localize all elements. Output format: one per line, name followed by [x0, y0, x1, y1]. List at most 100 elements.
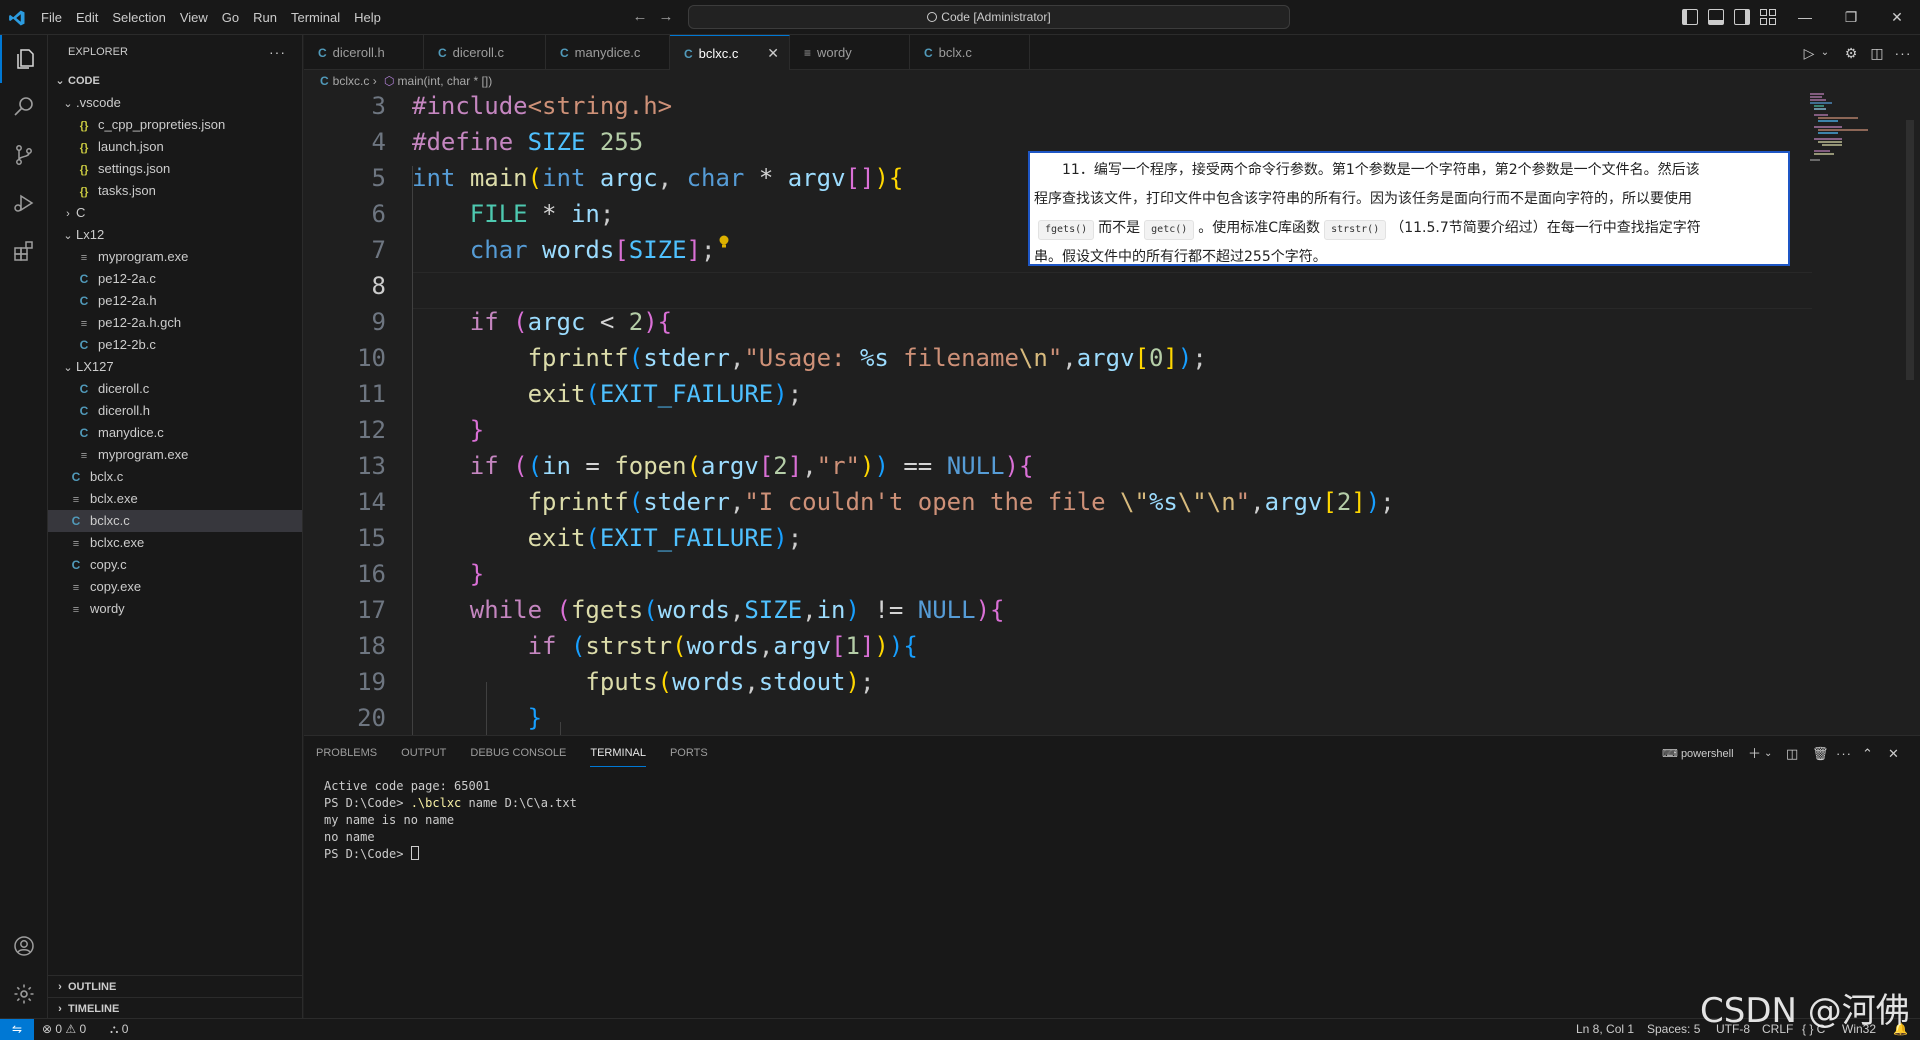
terminal-dropdown-chevron-icon[interactable]: ⌄ — [1764, 745, 1772, 763]
ports-status[interactable]: ⛬ 0 — [110, 1019, 128, 1040]
menu-go[interactable]: Go — [215, 0, 246, 35]
toggle-primary-sidebar-icon[interactable] — [1682, 9, 1698, 25]
tree-file[interactable]: ≡ myprogram.exe — [48, 246, 302, 268]
tab-manydice-c[interactable]: Cmanydice.c — [546, 35, 670, 70]
workspace-root[interactable]: ⌄ CODE — [48, 70, 302, 92]
menu-view[interactable]: View — [173, 0, 215, 35]
tab-wordy[interactable]: ≡ wordy — [790, 35, 910, 70]
minimize-button[interactable]: — — [1782, 0, 1828, 35]
more-actions-icon[interactable]: ··· — [1894, 44, 1912, 62]
settings-gear-icon[interactable]: ⚙ — [1842, 44, 1860, 62]
extensions-activity[interactable] — [0, 227, 48, 275]
indent-guide — [560, 722, 561, 735]
source-control-activity[interactable] — [0, 131, 48, 179]
code-line: } — [469, 560, 485, 588]
tree-file[interactable]: {} c_cpp_propreties.json — [48, 114, 302, 136]
editor-scrollbar[interactable] — [1906, 120, 1914, 380]
menu-edit[interactable]: Edit — [69, 0, 105, 35]
code-line: } — [527, 704, 543, 732]
command-center-label: Code [Administrator] — [941, 10, 1051, 24]
toggle-secondary-sidebar-icon[interactable] — [1734, 9, 1750, 25]
tree-file[interactable]: {} settings.json — [48, 158, 302, 180]
panel-tab-ports[interactable]: PORTS — [670, 736, 708, 771]
tree-file[interactable]: ≡ pe12-2a.h.gch — [48, 312, 302, 334]
close-tab-icon[interactable]: ✕ — [767, 36, 779, 71]
status-bar: ⇋ ⊗ 0 ⚠ 0 ⛬ 0 Ln 8, Col 1 Spaces: 5 UTF-… — [0, 1018, 1920, 1040]
tree-file[interactable]: ≡ myprogram.exe — [48, 444, 302, 466]
tab-bclx-c[interactable]: Cbclx.c — [910, 35, 1030, 70]
menu-file[interactable]: File — [34, 0, 69, 35]
split-terminal-icon[interactable]: ◫ — [1786, 745, 1798, 763]
tree-folder[interactable]: ⌄ LX127 — [48, 356, 302, 378]
menu-selection[interactable]: Selection — [105, 0, 172, 35]
accounts-activity[interactable] — [0, 922, 48, 970]
forward-arrow-icon[interactable]: → — [658, 9, 674, 25]
terminal-output[interactable]: Active code page: 65001 PS D:\Code> .\bcl… — [324, 778, 577, 863]
split-editor-icon[interactable]: ◫ — [1868, 44, 1886, 62]
indentation-status[interactable]: Spaces: 5 — [1647, 1019, 1700, 1040]
workspace-root-label: CODE — [68, 75, 100, 87]
run-debug-activity[interactable] — [0, 179, 48, 227]
timeline-section[interactable]: › TIMELINE — [48, 997, 302, 1019]
line-number: 20 — [357, 704, 386, 732]
problems-status[interactable]: ⊗ 0 ⚠ 0 — [42, 1019, 86, 1040]
tree-folder[interactable]: › C — [48, 202, 302, 224]
minimap[interactable] — [1810, 92, 1904, 172]
customize-layout-icon[interactable] — [1760, 9, 1776, 25]
tree-file[interactable]: ≡ wordy — [48, 598, 302, 620]
panel-tab-output[interactable]: OUTPUT — [401, 736, 446, 771]
tab-bclxc-c[interactable]: Cbclxc.c ✕ — [670, 35, 790, 70]
terminal-profile[interactable]: ⌨ powershell — [1662, 745, 1734, 763]
panel-tab-debug-console[interactable]: DEBUG CONSOLE — [470, 736, 566, 771]
panel-tab-problems[interactable]: PROBLEMS — [316, 736, 377, 771]
tree-file[interactable]: {} tasks.json — [48, 180, 302, 202]
tab-label: diceroll.c — [452, 45, 504, 60]
breadcrumb-symbol[interactable]: main(int, char * []) — [398, 74, 493, 88]
menu-run[interactable]: Run — [246, 0, 284, 35]
panel-tab-terminal[interactable]: TERMINAL — [590, 736, 646, 771]
tree-file[interactable]: Cpe12-2b.c — [48, 334, 302, 356]
tree-file[interactable]: ≡ bclxc.exe — [48, 532, 302, 554]
tree-file[interactable]: Cdiceroll.c — [48, 378, 302, 400]
more-actions-icon[interactable]: ··· — [1836, 745, 1852, 763]
more-actions-icon[interactable]: ··· — [269, 35, 286, 70]
generic-file-icon: ≡ — [804, 46, 812, 60]
close-panel-icon[interactable]: ✕ — [1888, 745, 1899, 763]
tree-file[interactable]: Cpe12-2a.h — [48, 290, 302, 312]
tree-file[interactable]: {} launch.json — [48, 136, 302, 158]
chevron-down-icon: ⌄ — [55, 75, 65, 87]
explorer-activity[interactable] — [0, 35, 48, 83]
tree-file[interactable]: Cbclxc.c — [48, 510, 302, 532]
remote-indicator-icon[interactable]: ⇋ — [0, 1019, 34, 1040]
generic-file-icon: ≡ — [80, 252, 88, 264]
tree-file[interactable]: Cmanydice.c — [48, 422, 302, 444]
manage-activity[interactable] — [0, 970, 48, 1018]
cursor-position-status[interactable]: Ln 8, Col 1 — [1576, 1019, 1634, 1040]
breadcrumb-file[interactable]: bclxc.c — [333, 74, 370, 88]
tree-item-label: bclxc.c — [90, 513, 130, 528]
new-terminal-plus-icon[interactable]: ＋ — [1748, 745, 1761, 763]
menu-help[interactable]: Help — [347, 0, 388, 35]
kill-terminal-trash-icon[interactable]: 🗑 — [1812, 745, 1829, 763]
toggle-panel-icon[interactable] — [1708, 9, 1724, 25]
maximize-panel-chevron-up-icon[interactable]: ⌃ — [1862, 745, 1873, 763]
command-center[interactable]: Code [Administrator] — [688, 5, 1290, 29]
outline-section[interactable]: › OUTLINE — [48, 975, 302, 997]
tree-folder[interactable]: ⌄ Lx12 — [48, 224, 302, 246]
tab-diceroll-c[interactable]: Cdiceroll.c — [424, 35, 546, 70]
tree-file[interactable]: Cdiceroll.h — [48, 400, 302, 422]
tab-diceroll-h[interactable]: Cdiceroll.h — [304, 35, 424, 70]
tree-folder[interactable]: ⌄ .vscode — [48, 92, 302, 114]
run-options-chevron-icon[interactable]: ⌄ — [1816, 44, 1834, 62]
back-arrow-icon[interactable]: ← — [632, 9, 648, 25]
tree-file[interactable]: ≡ bclx.exe — [48, 488, 302, 510]
restore-button[interactable]: ❐ — [1828, 0, 1874, 35]
lightbulb-icon[interactable] — [718, 235, 730, 249]
menu-terminal[interactable]: Terminal — [284, 0, 347, 35]
close-window-button[interactable]: ✕ — [1874, 0, 1920, 35]
tree-file[interactable]: Ccopy.c — [48, 554, 302, 576]
search-activity[interactable] — [0, 83, 48, 131]
tree-file[interactable]: Cpe12-2a.c — [48, 268, 302, 290]
tree-file[interactable]: Cbclx.c — [48, 466, 302, 488]
tree-file[interactable]: ≡ copy.exe — [48, 576, 302, 598]
